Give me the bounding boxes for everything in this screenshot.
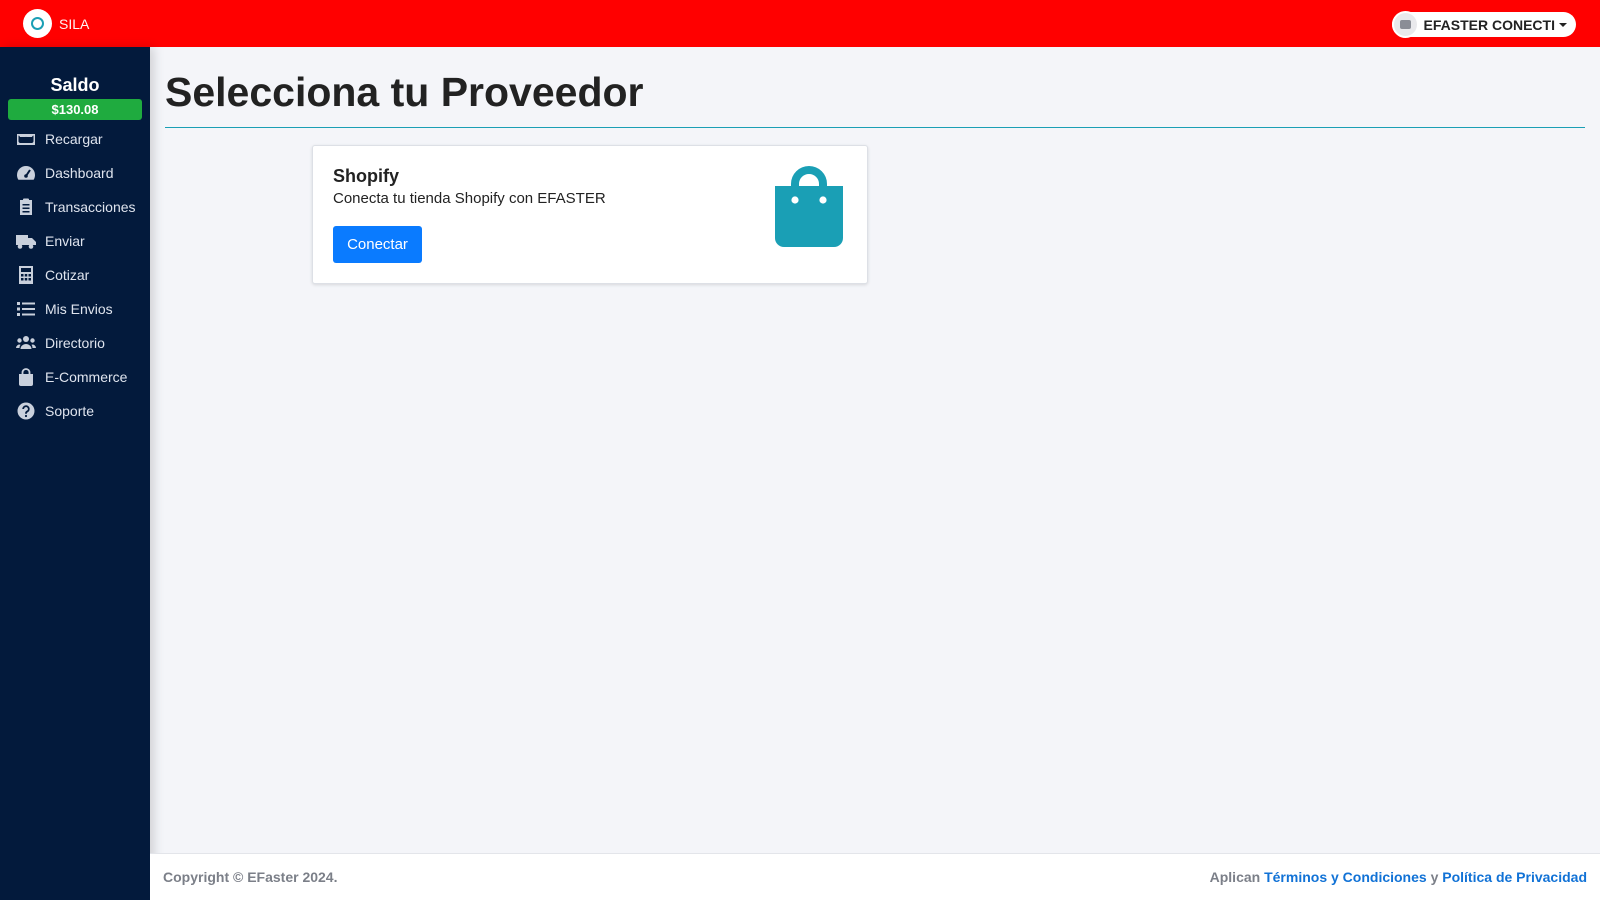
sidebar-item-label: Dashboard (45, 165, 114, 181)
brand[interactable]: SILA (0, 0, 150, 47)
avatar (1391, 11, 1419, 38)
sidebar-item-label: Transacciones (45, 199, 136, 215)
footer-copyright: Copyright © EFaster 2024. (163, 869, 338, 885)
truck-icon (15, 232, 37, 250)
saldo-label: Saldo (50, 75, 100, 95)
list-icon (15, 300, 37, 318)
sidebar-item-label: Mis Envios (45, 301, 113, 317)
sidebar-item-label: Cotizar (45, 267, 90, 283)
connect-button[interactable]: Conectar (333, 226, 422, 263)
sidebar-item-cotizar[interactable]: Cotizar (0, 258, 150, 292)
sidebar-item-dashboard[interactable]: Dashboard (0, 156, 150, 190)
sidebar-item-enviar[interactable]: Enviar (0, 224, 150, 258)
sidebar-item-mis-envios[interactable]: Mis Envios (0, 292, 150, 326)
footer-aplican: Aplican (1209, 869, 1261, 885)
sidebar-item-directorio[interactable]: Directorio (0, 326, 150, 360)
terms-link[interactable]: Términos y Condiciones (1264, 869, 1427, 885)
sidebar-item-label: Directorio (45, 335, 105, 351)
sidebar-item-label: Enviar (45, 233, 85, 249)
clipboard-icon (15, 198, 37, 216)
gauge-icon (15, 164, 37, 182)
shopping-bag-icon (15, 368, 37, 386)
shopping-bag-icon (775, 166, 843, 247)
sidebar-item-label: E-Commerce (45, 369, 128, 385)
main-content: Selecciona tu Proveedor Shopify Conecta … (150, 47, 1600, 853)
footer-links: Aplican Términos y Condiciones y Polític… (1210, 869, 1587, 885)
sidebar-item-e-commerce[interactable]: E-Commerce (0, 360, 150, 394)
user-menu-button[interactable]: EFASTER CONECTI (1391, 11, 1576, 38)
saldo-value-badge: $130.08 (8, 99, 142, 120)
title-divider (165, 127, 1585, 128)
sidebar-item-soporte[interactable]: Soporte (0, 394, 150, 428)
users-icon (15, 334, 37, 352)
caret-down-icon (1559, 22, 1567, 27)
page-title: Selecciona tu Proveedor (165, 69, 644, 115)
top-navbar: SILA EFASTER CONECTI (0, 0, 1600, 47)
sidebar-item-recargar[interactable]: Recargar (0, 122, 150, 156)
provider-card-shopify: Shopify Conecta tu tienda Shopify con EF… (312, 145, 868, 284)
footer-y: y (1430, 869, 1439, 885)
money-bill-icon (15, 130, 37, 148)
privacy-link[interactable]: Política de Privacidad (1442, 869, 1587, 885)
sidebar-nav: Recargar Dashboard Transacciones Enviar … (0, 122, 150, 428)
sidebar-item-label: Soporte (45, 403, 95, 419)
calculator-icon (15, 266, 37, 284)
sidebar-item-label: Recargar (45, 131, 103, 147)
user-name: EFASTER CONECTI (1423, 16, 1555, 33)
card-title: Shopify (333, 166, 399, 186)
footer: Copyright © EFaster 2024. Aplican Términ… (150, 853, 1600, 900)
card-description: Conecta tu tienda Shopify con EFASTER (333, 190, 606, 207)
brand-logo-icon (23, 9, 52, 38)
sidebar-item-transacciones[interactable]: Transacciones (0, 190, 150, 224)
question-circle-icon (15, 402, 37, 420)
brand-name: SILA (59, 15, 90, 32)
sidebar: Saldo $130.08 Recargar Dashboard Transac… (0, 47, 150, 900)
